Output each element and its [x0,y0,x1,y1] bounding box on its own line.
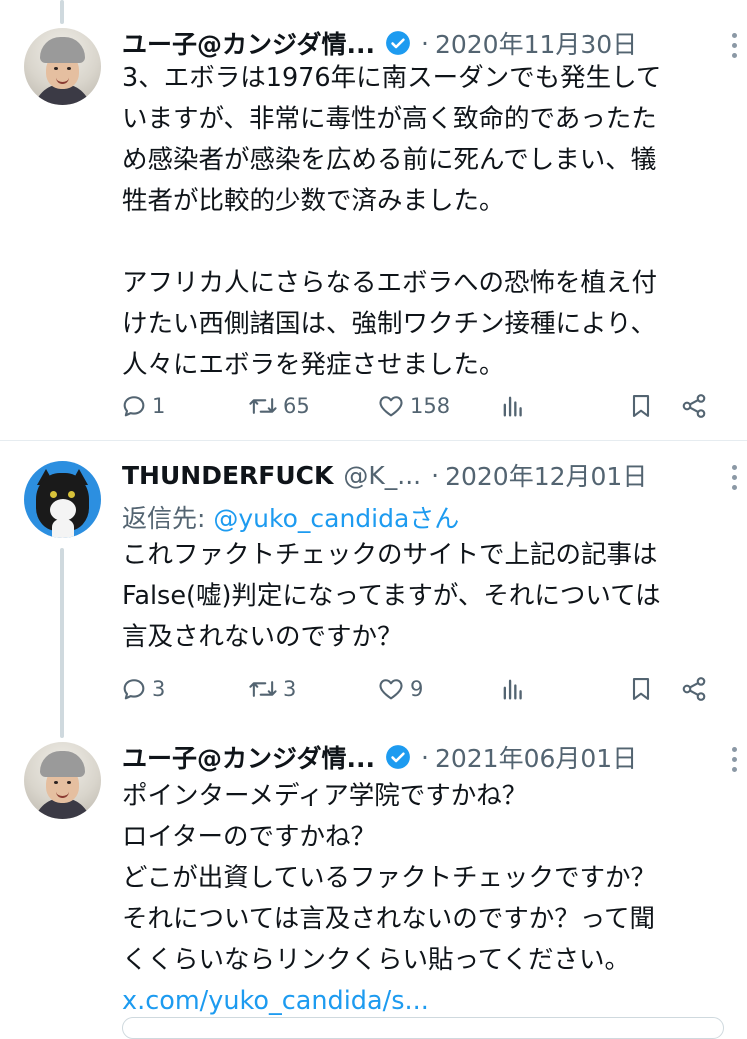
more-dots-icon[interactable] [728,465,740,490]
author-name[interactable]: ユー子@カンジダ情... [122,739,375,775]
reply-button[interactable]: 1 [120,389,165,423]
share-button[interactable] [680,389,708,423]
tweet-text: これファクトチェックのサイトで上記の記事は False(嘘)判定になってますが、… [122,535,722,658]
share-icon [682,394,706,418]
timestamp[interactable]: 2020年11月30日 [435,25,637,61]
reply-count: 1 [152,394,166,418]
author-name[interactable]: ユー子@カンジダ情... [122,25,375,61]
more-dots-icon[interactable] [728,747,740,772]
action-bar: 3 3 9 [120,672,720,706]
like-count: 158 [410,394,451,418]
text-line: 3、エボラは1976年に南スーダンでも発生して [122,63,662,93]
separator: · [421,742,429,772]
reply-mention-link[interactable]: @yuko_candidaさん [213,504,459,533]
text-line: False(嘘)判定になってますが、それについては [122,581,661,611]
text-line: どこが出資しているファクトチェックですか？ [122,863,656,893]
text-line: けたい西側諸国は、強制ワクチン接種により、 [122,309,656,339]
like-count: 9 [410,677,424,701]
text-line [122,222,722,263]
action-bar: 1 65 158 [120,389,720,423]
avatar[interactable] [24,28,101,105]
tweet-3[interactable]: ユー子@カンジダ情... · 2021年06月01日 ポインターメディア学院です… [0,736,747,1024]
retweet-button[interactable]: 65 [247,389,310,423]
retweet-icon [249,681,277,697]
retweet-button[interactable]: 3 [247,672,296,706]
more-dots-icon[interactable] [728,33,740,58]
timestamp[interactable]: 2021年06月01日 [435,739,637,775]
bookmark-icon [632,678,650,700]
text-line: め感染者が感染を広める前に死んでしまい、犠 [122,145,657,175]
verified-badge-icon [386,31,410,55]
bookmark-button[interactable] [627,389,655,423]
retweet-count: 65 [283,394,310,418]
views-button[interactable] [499,389,527,423]
link-card-edge[interactable] [122,1017,724,1039]
separator: · [431,460,440,490]
separator: · [421,28,429,58]
reply-button[interactable]: 3 [120,672,165,706]
reply-icon [123,396,145,417]
reply-prefix: 返信先: [122,504,214,533]
retweet-icon [249,398,277,414]
heart-icon [379,396,403,417]
retweet-count: 3 [283,677,297,701]
reply-icon [123,679,145,700]
avatar[interactable] [24,742,101,819]
verified-badge-icon [386,745,410,769]
text-line: 牲者が比較的少数で済みました。 [122,186,505,216]
timestamp[interactable]: 2020年12月01日 [445,457,647,493]
share-button[interactable] [680,672,708,706]
text-line: ロイターのですかね？ [122,822,376,852]
text-line: くくらいならリンクくらい貼ってください。 [122,945,630,975]
views-button[interactable] [499,672,527,706]
reply-to-label: 返信先: @yuko_candidaさん [122,499,459,535]
tweet-link[interactable]: x.com/yuko_candida/s... [122,981,722,1022]
heart-icon [379,679,403,700]
bookmark-icon [632,395,650,417]
like-button[interactable]: 9 [376,672,423,706]
reply-count: 3 [152,677,166,701]
text-line: これファクトチェックのサイトで上記の記事は [122,540,658,570]
views-chart-icon [503,396,522,417]
tweet-1[interactable]: ユー子@カンジダ情... · 2020年11月30日 3、エボラは1976年に南… [0,0,747,440]
author-handle[interactable]: @K_... [343,461,421,490]
text-line: いますが、非常に毒性が高く致命的であったた [122,104,657,134]
text-line: それについては言及されないのですか？って聞 [122,904,655,934]
text-line: 言及されないのですか？ [122,622,403,652]
tweet-text: ポインターメディア学院ですかね？ ロイターのですかね？ どこが出資しているファク… [122,776,722,1022]
text-line: ポインターメディア学院ですかね？ [122,781,528,811]
bookmark-button[interactable] [627,672,655,706]
tweet-header: THUNDERFUCK @K_... · 2020年12月01日 [122,458,647,492]
tweet-header: ユー子@カンジダ情... · 2020年11月30日 [122,26,637,60]
like-button[interactable]: 158 [376,389,450,423]
tweet-2[interactable]: THUNDERFUCK @K_... · 2020年12月01日 返信先: @y… [0,441,747,736]
share-icon [682,677,706,701]
text-line: アフリカ人にさらなるエボラへの恐怖を植え付 [122,268,657,298]
text-line: 人々にエボラを発症させました。 [122,350,505,380]
tweet-text: 3、エボラは1976年に南スーダンでも発生して いますが、非常に毒性が高く致命的… [122,58,722,386]
author-name[interactable]: THUNDERFUCK [122,461,333,490]
tweet-header: ユー子@カンジダ情... · 2021年06月01日 [122,740,637,774]
views-chart-icon [503,679,522,700]
avatar[interactable] [24,461,101,538]
